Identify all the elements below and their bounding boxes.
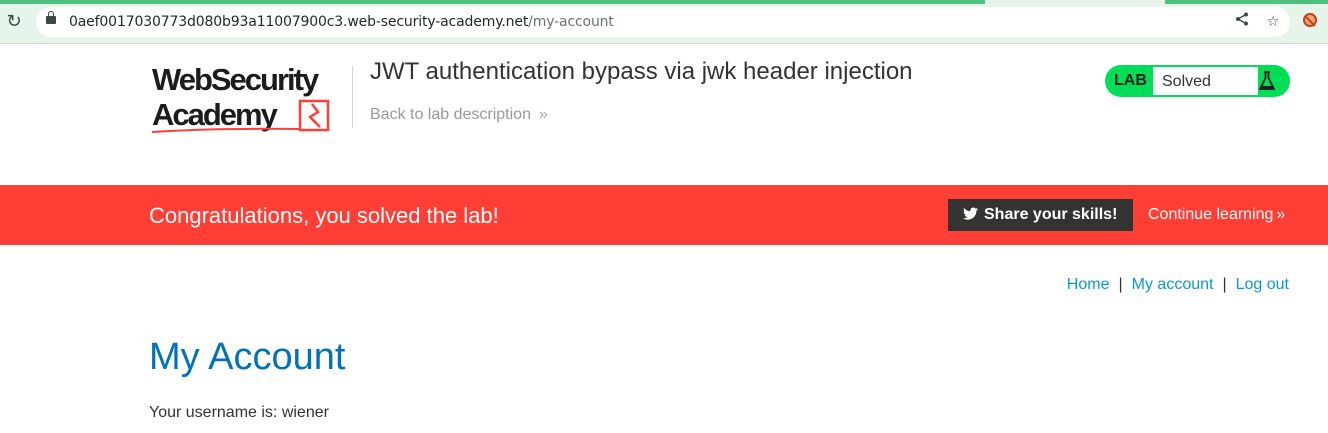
flask-icon <box>1257 71 1277 91</box>
username-text: Your username is: wiener <box>149 404 329 421</box>
nav-logout-link[interactable]: Log out <box>1236 276 1289 293</box>
header-divider <box>352 66 353 128</box>
double-chevron-icon: » <box>538 106 548 123</box>
lock-icon[interactable] <box>46 11 56 24</box>
logo-text-line1: WebSecurity <box>152 62 320 97</box>
nav-separator: | <box>1118 276 1123 293</box>
reload-icon[interactable]: ↻ <box>4 12 24 32</box>
page-title: My Account <box>149 336 346 378</box>
nav-home-link[interactable]: Home <box>1067 276 1110 293</box>
back-link-label: Back to lab description <box>370 106 531 123</box>
tab-strip-indicator-right <box>1165 0 1328 4</box>
share-skills-button[interactable]: Share your skills! <box>948 199 1133 231</box>
nav-my-account-link[interactable]: My account <box>1132 276 1214 293</box>
star-icon[interactable]: ☆ <box>1263 12 1283 32</box>
twitter-icon <box>963 207 978 220</box>
nav-separator: | <box>1222 276 1227 293</box>
congratulations-banner: Congratulations, you solved the lab! Sha… <box>0 185 1328 245</box>
url-host: 0aef0017030773d080b93a11007900c3.web-sec… <box>69 14 529 30</box>
lab-status-text: Solved <box>1153 67 1258 95</box>
continue-label: Continue learning <box>1148 206 1274 223</box>
extension-icon[interactable] <box>1303 13 1317 27</box>
share-icon[interactable] <box>1232 12 1252 32</box>
congrats-message: Congratulations, you solved the lab! <box>149 203 499 228</box>
lab-title: JWT authentication bypass via jwk header… <box>370 58 913 85</box>
share-button-label: Share your skills! <box>984 206 1118 223</box>
browser-toolbar: ↻ 0aef0017030773d080b93a11007900c3.web-s… <box>0 0 1328 44</box>
url-text[interactable]: 0aef0017030773d080b93a11007900c3.web-sec… <box>69 14 614 30</box>
tab-strip-indicator <box>0 0 985 4</box>
double-chevron-icon: » <box>1276 206 1286 223</box>
url-path: /my-account <box>528 14 614 30</box>
back-to-lab-link[interactable]: Back to lab description » <box>370 106 548 124</box>
top-navigation: Home | My account | Log out <box>1067 276 1289 294</box>
logo-text-line2: Academy <box>152 97 279 132</box>
lab-badge-label: LAB <box>1114 72 1147 89</box>
address-bar[interactable]: 0aef0017030773d080b93a11007900c3.web-sec… <box>36 7 1290 37</box>
web-security-academy-logo[interactable]: WebSecurity Academy <box>151 62 352 136</box>
continue-learning-link[interactable]: Continue learning» <box>1148 206 1285 224</box>
